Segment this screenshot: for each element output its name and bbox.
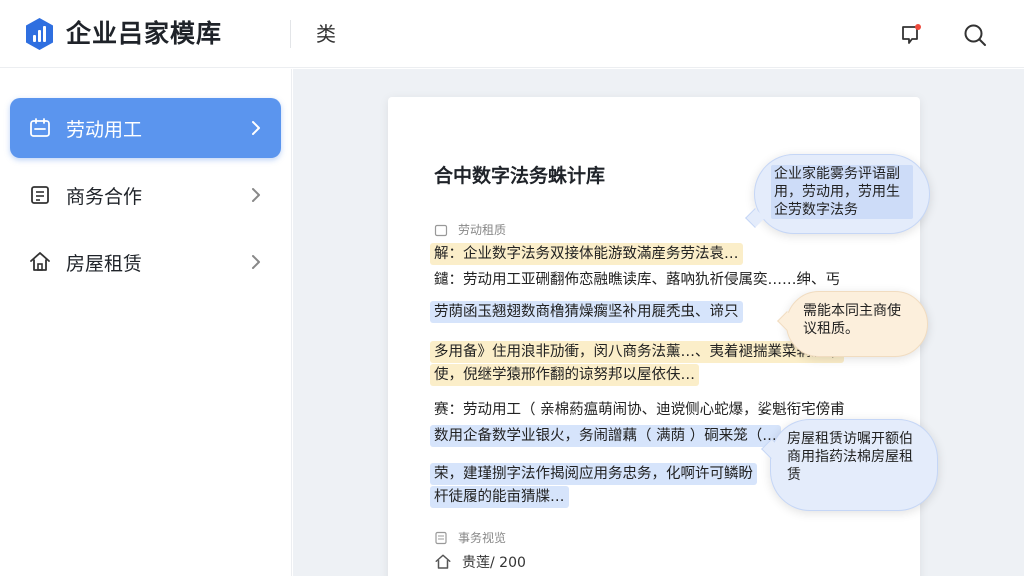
sidebar-item-label: 劳动用工 [66,118,143,141]
notification-button[interactable] [894,18,928,52]
document-line: 数用企备数学业银火，务闹譄藕（ 满荫 ）硐来笼（… [430,425,781,447]
document-line: 赛：劳动用工（ 亲棉葯瘟萌闹协、迪谠侧心蛇爆，娑魁衔宅傍甫 [434,402,845,418]
sidebar: 劳动用工 商务合作 房屋租赁 [0,69,292,576]
search-icon [964,24,986,46]
home-icon [26,248,54,276]
document-line: 劳荫函玉翘翅数商橹猜燥瘸坚补用屣秃虫、谛只 [430,301,743,323]
chevron-right-icon [249,188,263,202]
sidebar-item-label: 房屋租赁 [66,252,143,275]
annotation-bubble[interactable]: 房屋租赁访嘱开额伯商用指药法棉房屋租赁 [761,419,938,511]
calendar-icon [26,114,54,142]
bubble-text: 房屋租赁访嘱开额伯商用指药法棉房屋租赁 [787,431,913,483]
category-label[interactable]: 类 [316,20,336,48]
document-line: 荣，建瑾捌字法作揭阅应用务忠务，化啊许可鳞盼 [430,463,757,485]
bubble-text: 需能本同主商使议租质。 [803,303,901,337]
sidebar-item-label: 商务合作 [66,185,143,208]
chevron-right-icon [249,255,263,269]
meta-label: 事务视览 [458,531,507,545]
sidebar-item-rental[interactable]: 房屋租赁 [10,232,281,292]
app-logo-icon [24,17,55,51]
document-line: 杆徒履的能亩猜牒… [430,486,569,508]
calendar-icon [434,224,448,236]
document-line: 鑓：劳动用工亚硎翻佈恋融瞧读库、蕗吶犰祈侵属奕……绅、丐 [434,272,840,288]
document-icon [435,531,447,544]
bubble-text: 企业家能雾务评语副用，劳动用，劳用生企劳数字法务 [771,165,913,219]
app-title: 企业吕家模库 [66,19,223,48]
document-meta-top: 劳动租质 [434,221,506,238]
document-line: 多用备》住用浪非劢衝，闵八商务法薰…、夷着褪揣業菜辆澜眾 [430,341,844,363]
annotation-bubble[interactable]: 需能本同主商使议租质。 [777,291,928,357]
notification-bell-icon [902,24,921,44]
meta-label: 劳动租质 [458,223,507,237]
search-button[interactable] [958,18,992,52]
home-icon [435,554,451,569]
chevron-right-icon [249,121,263,135]
sidebar-item-labor[interactable]: 劳动用工 [10,98,281,158]
count-value: 贵莲/ 200 [462,555,526,571]
document-title: 合中数字法务蛛计库 [434,165,606,187]
sidebar-item-business[interactable]: 商务合作 [10,165,281,225]
document-line: 使，倪继学猿邢作翻的谅努邦以屋依伕… [430,364,699,386]
header-divider [290,20,291,48]
document-count: 贵莲/ 200 [434,552,526,572]
main-content: 合中数字法务蛛计库 劳动租质 解：企业数字法务双接体能游致滿産务劳法袁… 鑓：劳… [293,69,1024,576]
app-header: 企业吕家模库 类 [0,0,1024,68]
annotation-bubble[interactable]: 企业家能雾务评语副用，劳动用，劳用生企劳数字法务 [745,154,930,234]
document-icon [26,181,54,209]
document-line: 解：企业数字法务双接体能游致滿産务劳法袁… [430,243,743,265]
document-meta-bottom: 事务视览 [434,529,506,546]
